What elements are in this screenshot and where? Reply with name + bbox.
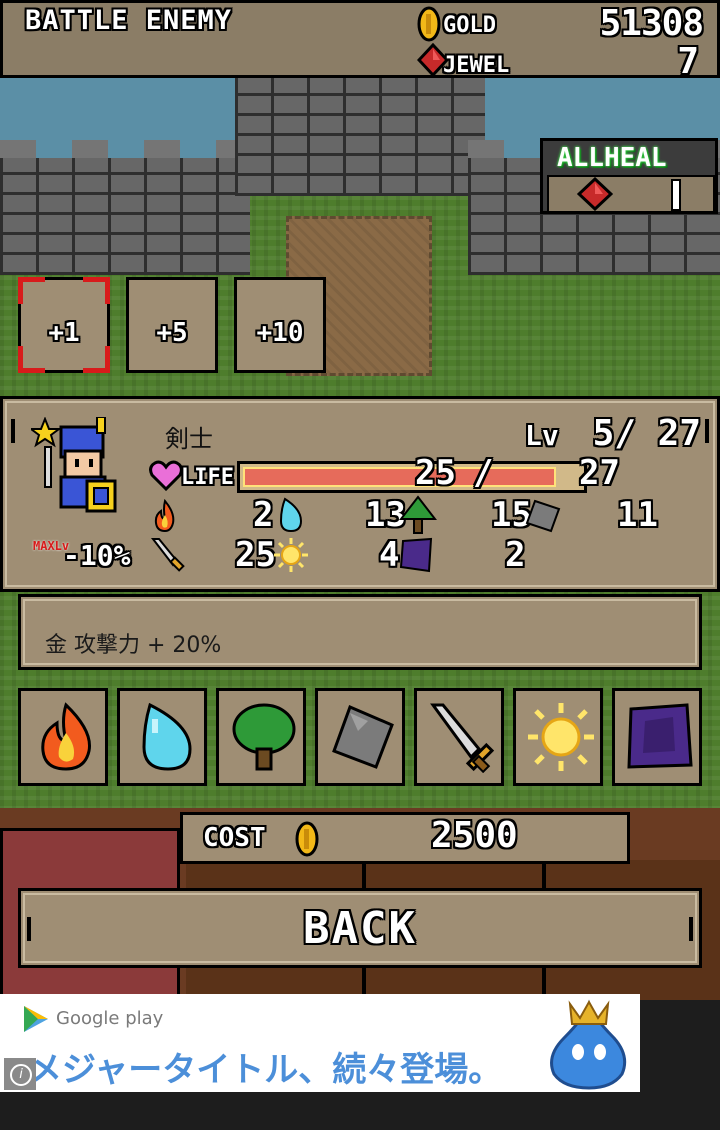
- life-max: 27: [579, 453, 620, 493]
- stat-dark: 2: [505, 535, 526, 575]
- sun-icon: [528, 703, 594, 771]
- stone-icon: [525, 499, 561, 533]
- slime-mascot-image: [550, 999, 627, 1090]
- maxlv-value: -10%: [63, 539, 131, 572]
- level-value: 5/ 27: [592, 413, 701, 454]
- stone-icon: [332, 704, 394, 769]
- life-bar: [237, 461, 587, 493]
- gold-coin-icon: [417, 6, 441, 42]
- lv-label: Lv: [525, 419, 559, 452]
- sun-icon: [274, 538, 308, 572]
- skill-light-button[interactable]: [513, 688, 603, 786]
- cost-bar: COST 2500: [180, 812, 630, 864]
- stat-sword: 25: [235, 535, 276, 575]
- description-panel: 金 攻撃力 + 20%: [18, 594, 702, 670]
- life-label: LIFE: [181, 465, 234, 490]
- water-drop-icon: [142, 702, 192, 771]
- jewel-label: JEWEL: [443, 53, 510, 78]
- cost-value: 2500: [431, 815, 518, 856]
- fire-icon: [154, 499, 175, 533]
- skill-fire-button[interactable]: [18, 688, 108, 786]
- dark-icon: [399, 537, 433, 573]
- google-play-icon: [24, 1006, 48, 1032]
- plus-10-button[interactable]: +10: [234, 277, 326, 373]
- header-bar: BATTLE ENEMY GOLD 51308 JEWEL 7: [0, 0, 720, 82]
- plus-5-label: +5: [156, 318, 188, 348]
- dark-icon: [627, 703, 693, 769]
- life-current: 25: [415, 453, 456, 493]
- fire-icon: [41, 702, 92, 771]
- tree-icon: [232, 703, 296, 771]
- allheal-button[interactable]: ALLHEAL: [540, 138, 718, 214]
- back-label: BACK: [303, 903, 417, 954]
- cost-label: COST: [203, 823, 266, 853]
- skill-row: [18, 688, 702, 790]
- gold-label: GOLD: [443, 13, 496, 38]
- gold-value: 51308: [599, 3, 704, 44]
- gold-coin-icon: [295, 821, 319, 857]
- swordsman-avatar: [31, 417, 117, 513]
- ad-banner[interactable]: Google play メジャータイトル、続々登場。 i: [0, 994, 640, 1092]
- ad-info-icon[interactable]: i: [4, 1058, 36, 1090]
- screen-title: BATTLE ENEMY: [25, 5, 233, 36]
- jewel-value: 7: [677, 41, 699, 82]
- allheal-label: ALLHEAL: [557, 143, 667, 173]
- castle-tower: [235, 78, 485, 196]
- stat-light: 4: [379, 535, 400, 575]
- description-text: 金 攻撃力 + 20%: [45, 633, 222, 658]
- character-panel: 剣士 Lv 5/ 27 LIFE 25 / 27 MAXLv -10% 2 13…: [0, 396, 720, 592]
- plus-10-label: +10: [256, 318, 304, 348]
- tree-icon: [399, 495, 437, 534]
- heart-icon: [149, 460, 183, 491]
- skill-water-button[interactable]: [117, 688, 207, 786]
- ad-brand: Google play: [56, 1008, 164, 1029]
- skill-sword-button[interactable]: [414, 688, 504, 786]
- skill-dark-button[interactable]: [612, 688, 702, 786]
- skill-stone-button[interactable]: [315, 688, 405, 786]
- jewel-icon: [577, 177, 613, 211]
- plus-5-button[interactable]: +5: [126, 277, 218, 373]
- plus-1-label: +1: [48, 318, 80, 348]
- plus-1-button[interactable]: +1: [18, 277, 110, 373]
- back-button[interactable]: BACK: [18, 888, 702, 968]
- stat-fire: 2: [253, 495, 274, 535]
- sword-icon: [430, 703, 495, 773]
- stat-stone: 11: [617, 495, 658, 535]
- ad-text: メジャータイトル、続々登場。: [28, 1050, 503, 1090]
- skill-wood-button[interactable]: [216, 688, 306, 786]
- sword-icon: [150, 538, 185, 572]
- water-drop-icon: [279, 497, 303, 533]
- life-bar-fill: [243, 467, 556, 487]
- castle-wall-left: [0, 140, 250, 275]
- character-name: 剣士: [165, 425, 213, 453]
- life-separator: /: [473, 453, 494, 493]
